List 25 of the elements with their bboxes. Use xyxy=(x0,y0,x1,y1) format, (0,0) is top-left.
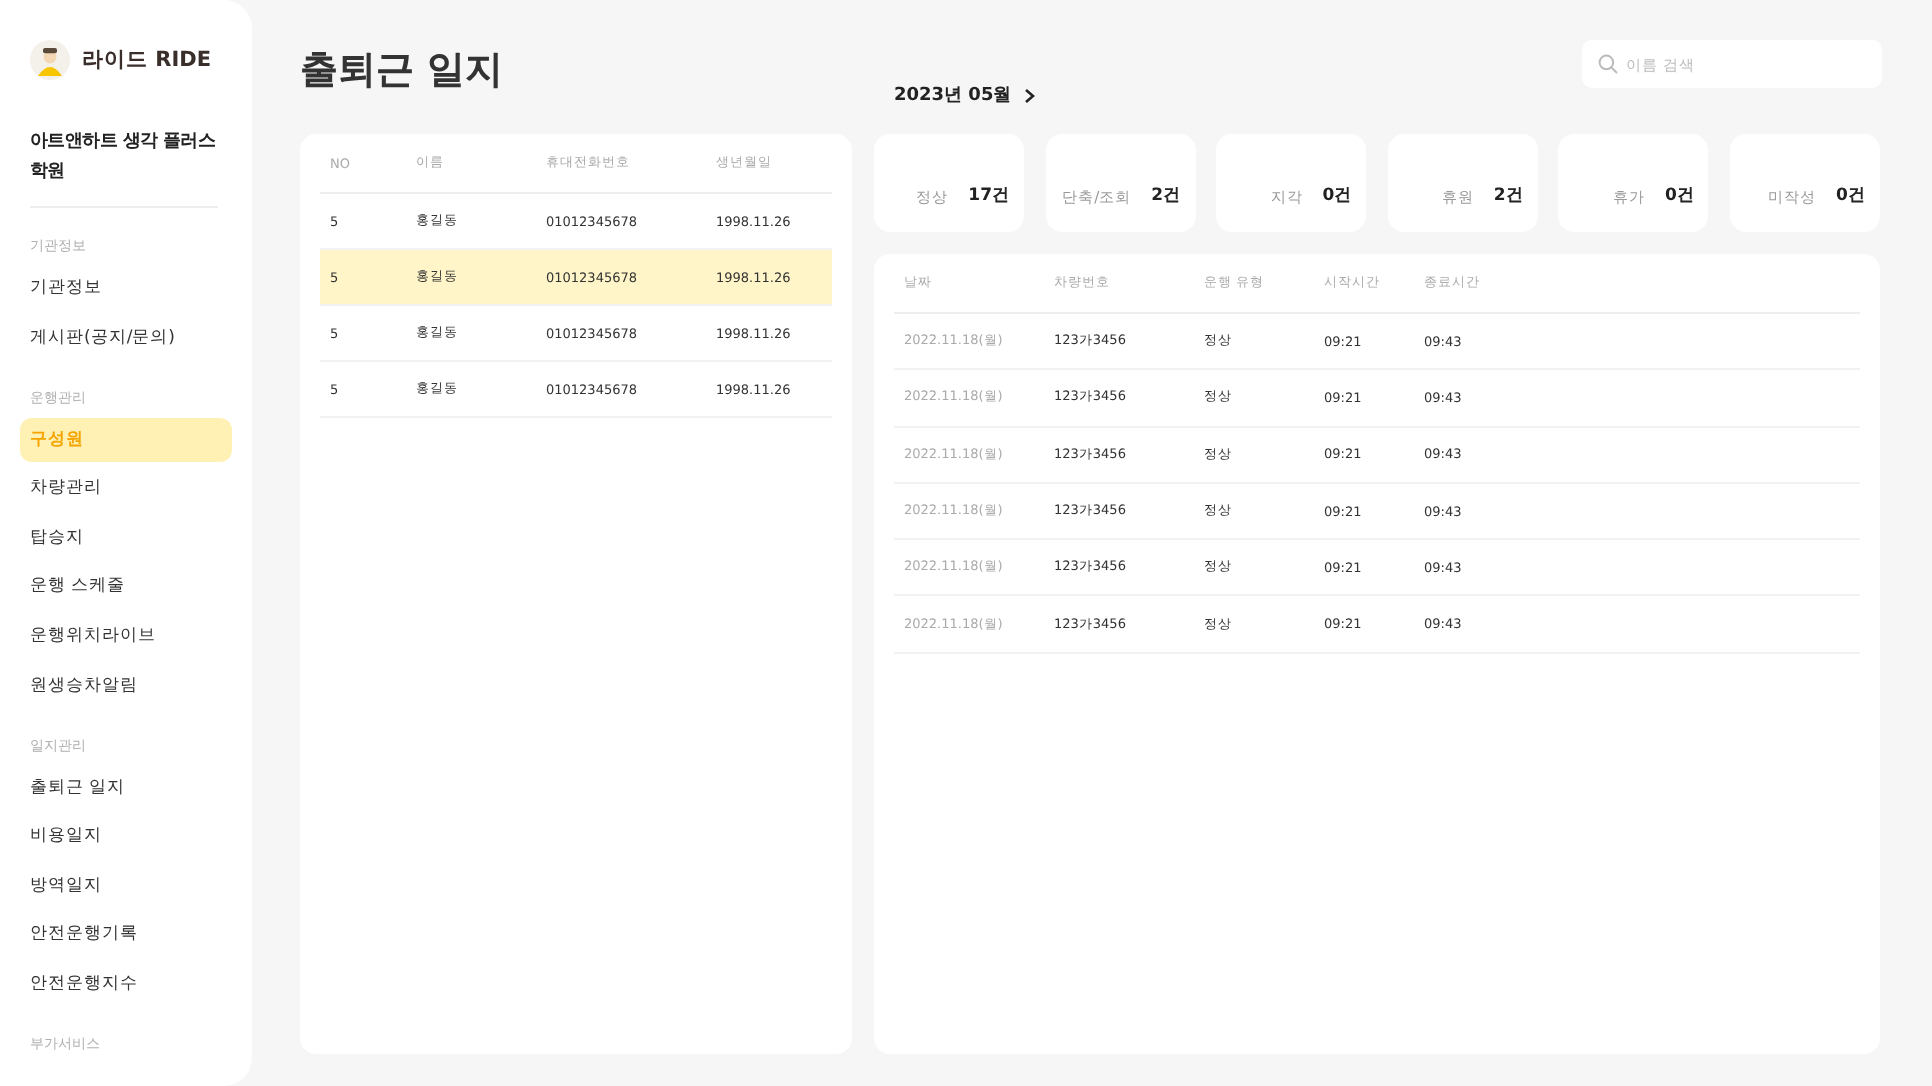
sidebar-item[interactable]: 차량관리 xyxy=(20,466,232,511)
sidebar-item[interactable]: 비용일지 xyxy=(20,814,232,859)
sidebar-item[interactable]: 운행위치라이브 xyxy=(20,613,232,658)
sidebar-item[interactable]: 탑승지 xyxy=(20,515,232,560)
stat-value: 17건 xyxy=(968,184,1010,208)
organization-name: 아트앤하트 생각 플러스 학원 xyxy=(30,130,218,186)
month-label: 2023년 05월 xyxy=(894,84,1012,108)
search-icon xyxy=(1598,54,1618,74)
sidebar-item[interactable]: 기관정보 xyxy=(20,266,232,310)
page-title: 출퇴근 일지 xyxy=(300,46,504,96)
stat-value: 2건 xyxy=(1493,184,1524,208)
stat-value: 0건 xyxy=(1836,184,1866,208)
sidebar-item[interactable]: 안전운행지수 xyxy=(20,961,232,1006)
sidebar-item[interactable]: 원생승차알림 xyxy=(20,663,232,708)
next-month-icon[interactable] xyxy=(1023,87,1036,103)
sidebar-item[interactable]: 출퇴근 일지 xyxy=(20,765,232,810)
sidebar-item[interactable]: 방역일지 xyxy=(20,863,232,908)
brand-name: 라이드 RIDE xyxy=(82,46,212,74)
stat-value: 0건 xyxy=(1664,184,1695,208)
stat-value: 0건 xyxy=(1322,184,1353,208)
stat-value: 2건 xyxy=(1151,184,1182,208)
logo-icon xyxy=(30,40,70,80)
sidebar-item[interactable]: 운행 스케줄 xyxy=(20,564,232,609)
sidebar-item[interactable]: 게시판(공지/문의) xyxy=(20,315,232,360)
sidebar-item[interactable]: 안전운행기록 xyxy=(20,912,232,957)
